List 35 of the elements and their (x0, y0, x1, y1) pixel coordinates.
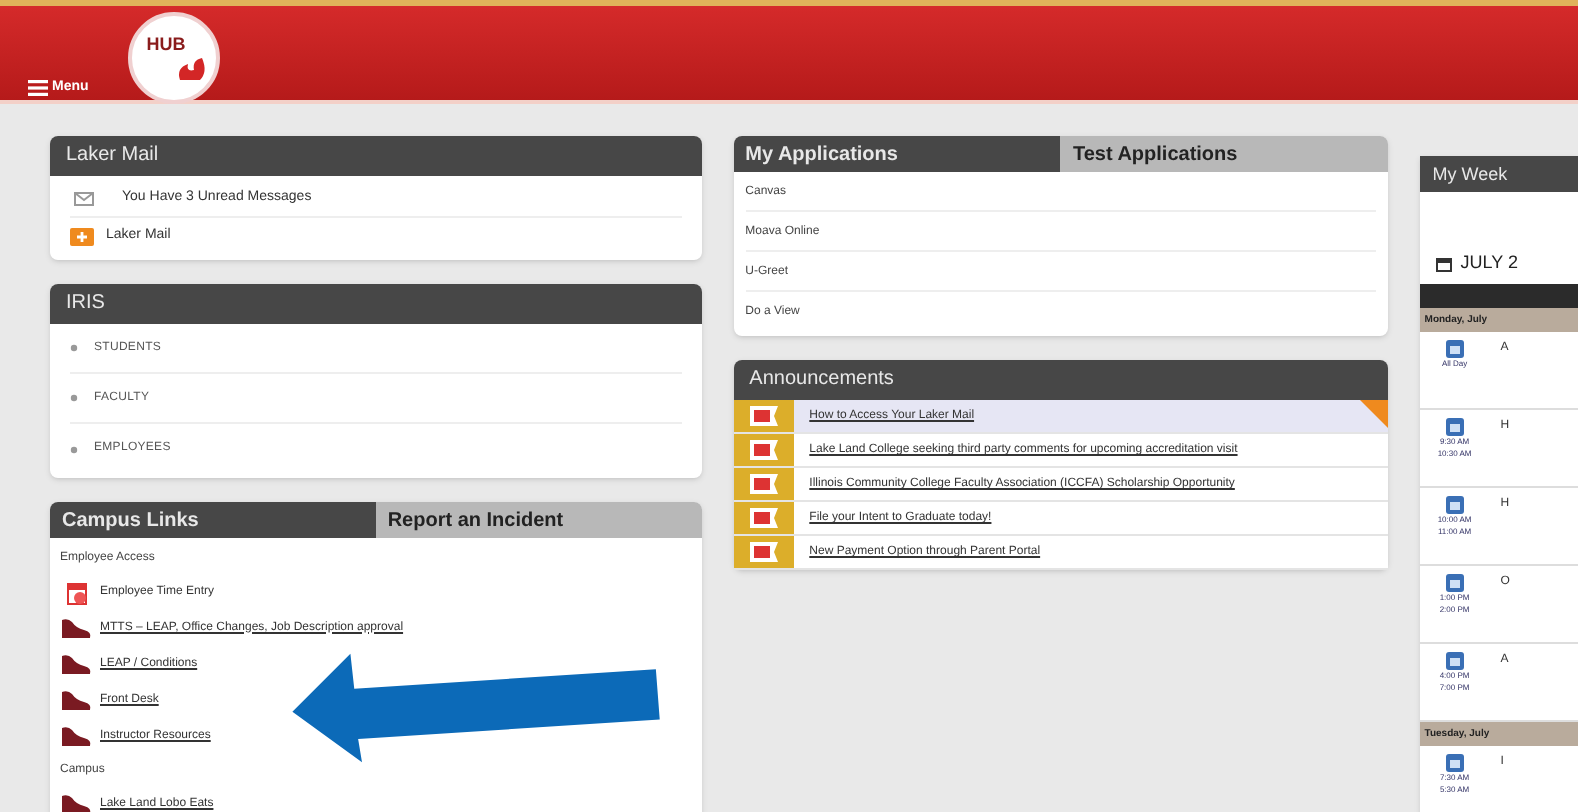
panel-tab[interactable]: Test Applications (1060, 136, 1389, 172)
menu-icon (28, 80, 48, 97)
panel-title: My Week (1420, 156, 1578, 192)
event-icon (1445, 574, 1464, 592)
notice-icon (745, 472, 782, 496)
logo-text: HUB (146, 32, 186, 59)
event-icon (1445, 418, 1464, 436)
month-label: JULY 2 (1460, 250, 1518, 277)
notice-icon (745, 540, 782, 564)
plus-icon (70, 227, 94, 245)
shoe-icon (60, 688, 92, 712)
event-icon (1445, 754, 1464, 772)
envelope-icon (74, 192, 94, 206)
shoe-icon (60, 724, 92, 748)
bullet-icon (70, 394, 78, 402)
bullet-icon (70, 344, 78, 352)
panel-tab[interactable]: Campus Links (50, 502, 376, 538)
shoe-icon (60, 652, 92, 676)
calendar-icon (1436, 256, 1453, 272)
event-icon (1445, 496, 1464, 514)
panel-title: IRIS (50, 284, 702, 324)
shoe-icon (60, 792, 92, 812)
panel-tab[interactable]: Report an Incident (375, 502, 702, 538)
shoe-icon (60, 616, 92, 640)
event-icon (1445, 340, 1464, 358)
panel-title: Laker Mail (50, 136, 702, 176)
notice-icon (745, 404, 782, 428)
flame-icon (176, 56, 208, 84)
panel-title: Announcements (733, 360, 1389, 400)
corner-flag-icon (1360, 400, 1389, 428)
event-icon (1445, 652, 1464, 670)
panel-tab[interactable]: My Applications (733, 136, 1061, 172)
notice-icon (745, 438, 782, 462)
notice-icon (745, 506, 782, 530)
bullet-icon (70, 445, 78, 453)
